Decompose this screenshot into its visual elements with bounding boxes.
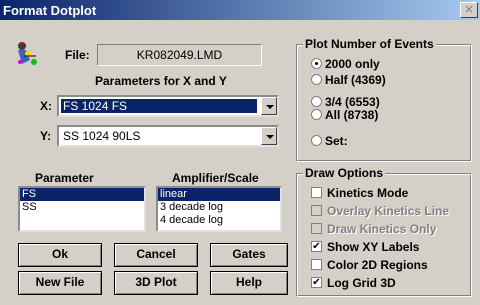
- checkbox-box[interactable]: [311, 259, 322, 270]
- checkmark-icon[interactable]: ✔: [311, 277, 322, 288]
- checkbox-label: Log Grid 3D: [327, 276, 396, 290]
- cancel-button[interactable]: Cancel: [114, 243, 198, 267]
- checkbox-label: Overlay Kinetics Line: [327, 204, 450, 218]
- list-item[interactable]: SS: [20, 201, 144, 214]
- y-parameter-value: SS 1024 90LS: [63, 129, 141, 143]
- list-item[interactable]: FS: [20, 188, 144, 201]
- new-file-button[interactable]: New File: [18, 271, 102, 295]
- radio-label: Set:: [325, 134, 348, 148]
- close-icon[interactable]: ×: [460, 2, 478, 18]
- dotplot-app-icon: [18, 42, 37, 65]
- chevron-down-icon[interactable]: [261, 97, 277, 115]
- radio-button[interactable]: [311, 96, 322, 107]
- checkbox-box[interactable]: [311, 223, 322, 234]
- checkbox-box[interactable]: [311, 205, 322, 216]
- radio-button[interactable]: [311, 58, 322, 69]
- radio-button[interactable]: [311, 74, 322, 85]
- plot-events-title: Plot Number of Events: [303, 37, 436, 51]
- x-label: X:: [40, 99, 52, 113]
- parameter-list[interactable]: FS SS: [18, 186, 146, 232]
- parameters-heading: Parameters for X and Y: [95, 74, 227, 88]
- window-title: Format Dotplot: [3, 3, 97, 18]
- list-item[interactable]: 4 decade log: [158, 214, 280, 227]
- radio-label: 3/4 (6553): [325, 95, 380, 109]
- y-label: Y:: [40, 129, 52, 143]
- help-button[interactable]: Help: [210, 271, 288, 295]
- file-label: File:: [65, 48, 90, 62]
- radio-label: 2000 only: [325, 57, 380, 71]
- ok-button[interactable]: Ok: [18, 243, 102, 267]
- y-parameter-select[interactable]: SS 1024 90LS: [57, 125, 279, 147]
- title-bar[interactable]: Format Dotplot ×: [0, 0, 480, 20]
- radio-button[interactable]: [311, 135, 322, 146]
- radio-label: All (8738): [325, 108, 379, 122]
- gates-button[interactable]: Gates: [210, 243, 288, 267]
- x-parameter-select[interactable]: FS 1024 FS: [57, 95, 279, 117]
- radio-label: Half (4369): [325, 73, 386, 87]
- radio-button[interactable]: [311, 109, 322, 120]
- checkbox-label: Kinetics Mode: [327, 186, 409, 200]
- amplifier-list-header: Amplifier/Scale: [172, 171, 259, 185]
- amplifier-scale-list[interactable]: linear 3 decade log 4 decade log: [156, 186, 282, 232]
- checkbox-box[interactable]: [311, 187, 322, 198]
- draw-options-title: Draw Options: [303, 166, 386, 180]
- checkbox-label: Color 2D Regions: [327, 258, 428, 272]
- checkbox-label: Show XY Labels: [327, 240, 420, 254]
- plot-events-group: Plot Number of Events: [296, 37, 472, 162]
- x-parameter-value: FS 1024 FS: [61, 99, 257, 113]
- file-name-value: KR082049.LMD: [136, 48, 223, 62]
- file-name-display: KR082049.LMD: [97, 44, 262, 66]
- 3d-plot-button[interactable]: 3D Plot: [114, 271, 198, 295]
- parameter-list-header: Parameter: [35, 171, 94, 185]
- format-dotplot-dialog: Format Dotplot × File: KR082049.LMD Para…: [0, 0, 480, 305]
- list-item[interactable]: 3 decade log: [158, 201, 280, 214]
- list-item[interactable]: linear: [158, 188, 280, 201]
- chevron-down-icon[interactable]: [261, 127, 277, 145]
- checkbox-label: Draw Kinetics Only: [327, 222, 437, 236]
- checkmark-icon[interactable]: ✔: [311, 241, 322, 252]
